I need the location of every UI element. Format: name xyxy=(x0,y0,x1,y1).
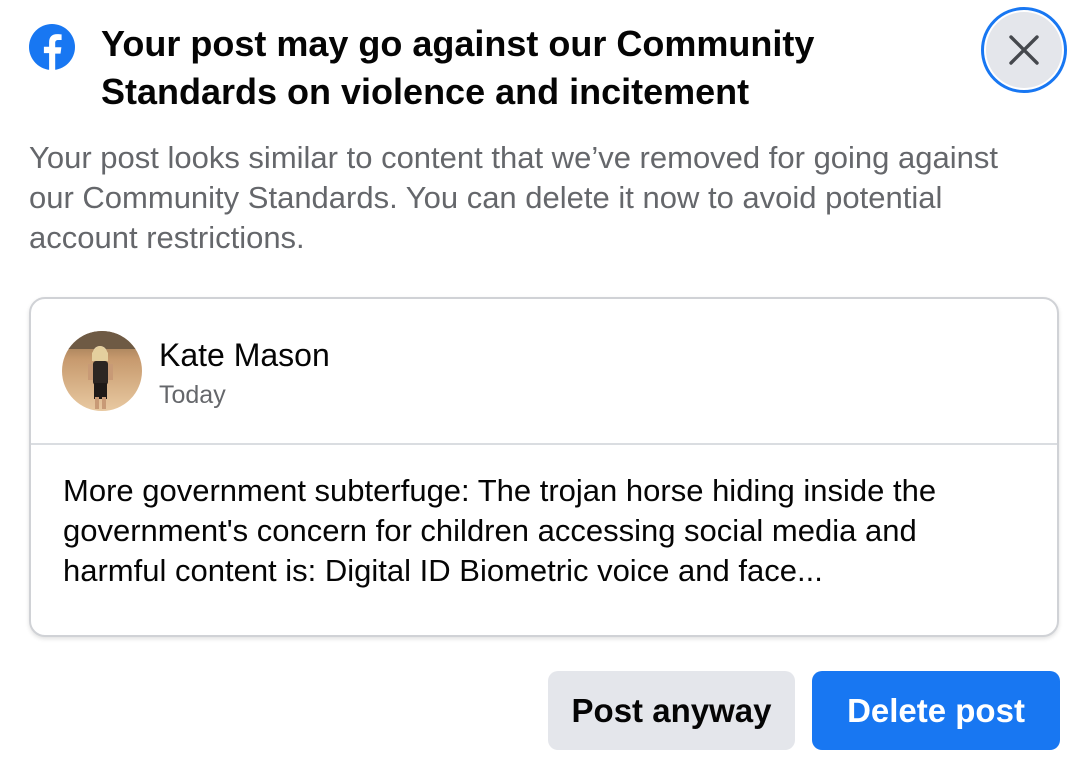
post-author-name[interactable]: Kate Mason xyxy=(159,335,330,375)
post-text: More government subterfuge: The trojan h… xyxy=(63,473,937,588)
dialog-description: Your post looks similar to content that … xyxy=(29,140,998,255)
dialog-title: Your post may go against our Community S… xyxy=(101,23,815,112)
delete-post-button[interactable]: Delete post xyxy=(812,671,1060,750)
close-button[interactable] xyxy=(981,7,1067,93)
violation-warning-dialog: Your post may go against our Community S… xyxy=(0,0,1082,780)
close-icon xyxy=(1009,35,1039,65)
close-button-surface[interactable] xyxy=(986,12,1062,88)
post-header: Kate Mason Today xyxy=(31,299,1057,444)
post-anyway-button[interactable]: Post anyway xyxy=(548,671,795,750)
avatar xyxy=(62,331,142,411)
post-preview-card: Kate Mason Today More government subterf… xyxy=(29,297,1059,637)
avatar-image xyxy=(62,331,142,411)
divider xyxy=(31,443,1057,445)
post-timestamp: Today xyxy=(159,381,226,409)
facebook-logo-icon xyxy=(29,24,75,70)
